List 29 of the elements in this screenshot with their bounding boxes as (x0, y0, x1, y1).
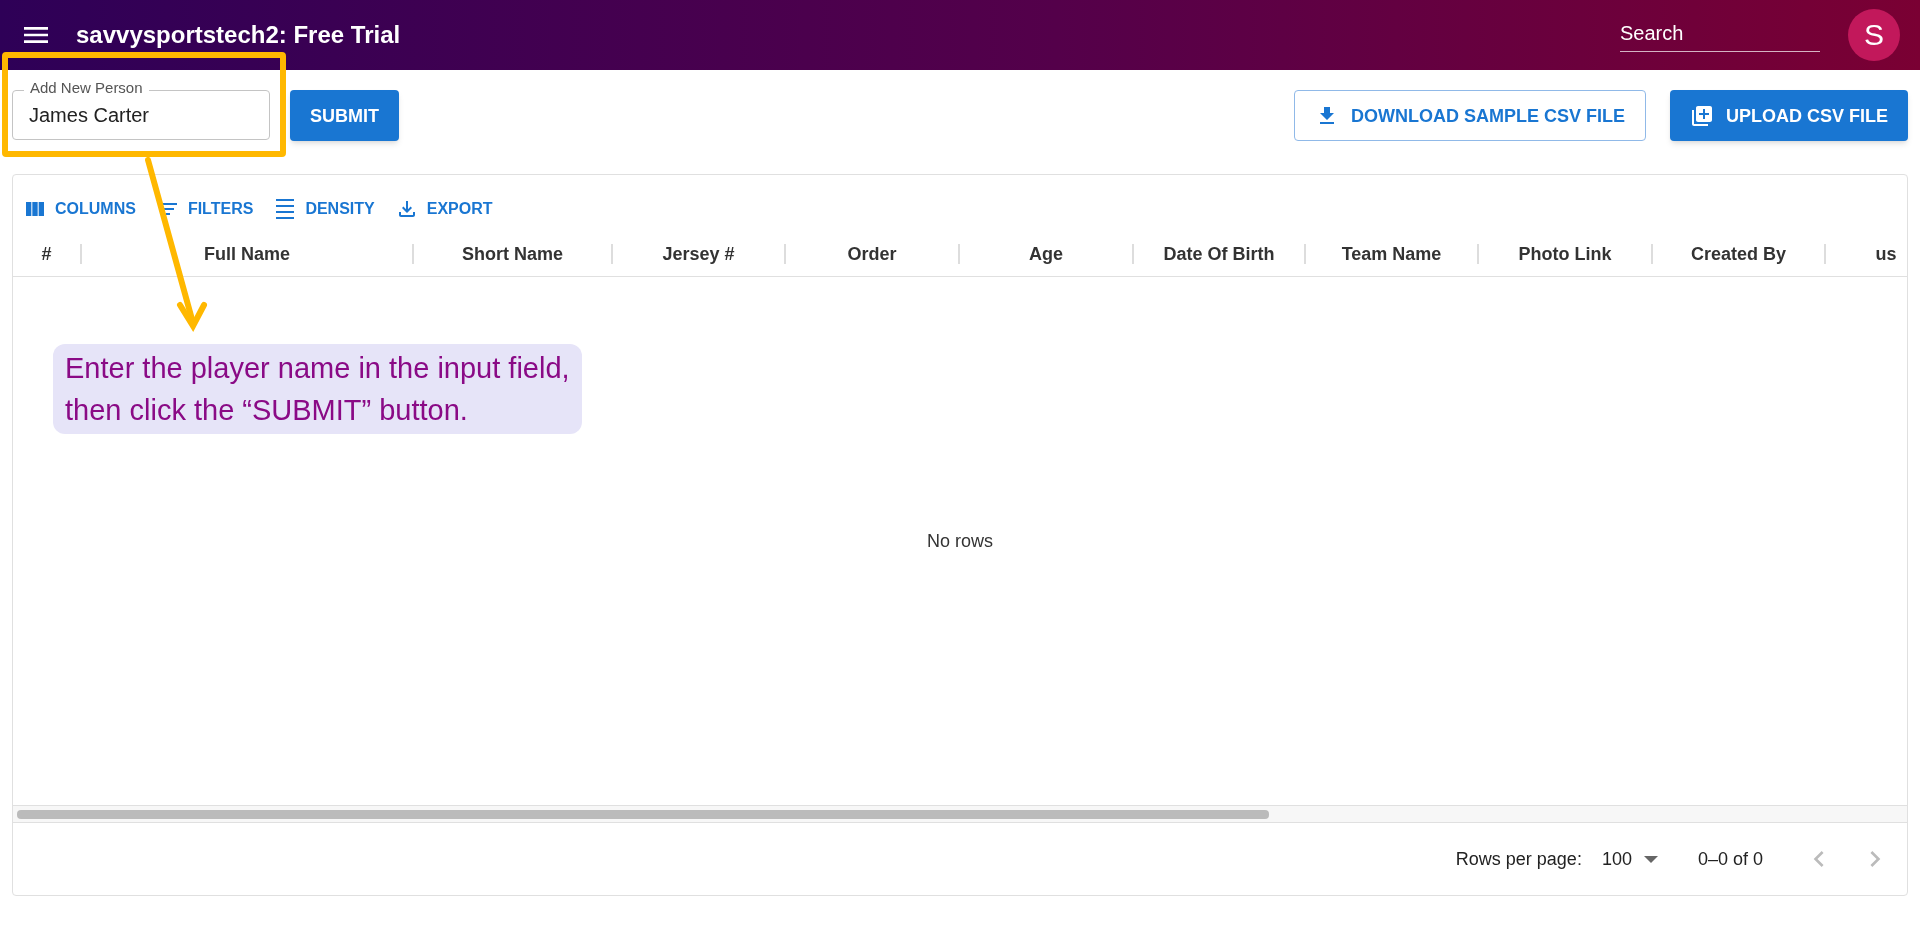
column-header[interactable]: Team Name (1306, 239, 1477, 268)
empty-message: No rows (927, 530, 993, 553)
column-header[interactable]: Jersey # (613, 239, 784, 268)
dropdown-icon (1643, 855, 1658, 863)
column-header[interactable]: Created By (1653, 239, 1824, 268)
instruction-callout: Enter the player name in the input field, then click the “SUBMIT” button. (53, 344, 582, 434)
column-header[interactable]: Age (960, 239, 1132, 268)
page-range: 0–0 of 0 (1697, 848, 1763, 871)
submit-button[interactable]: SUBMIT (290, 90, 399, 141)
column-header[interactable]: us (1826, 239, 1907, 268)
column-header[interactable]: Order (786, 239, 958, 268)
search-field[interactable]: Search (1620, 18, 1820, 52)
add-library-icon (1690, 103, 1714, 128)
download-button[interactable]: DOWNLOAD SAMPLE CSV FILE (1294, 90, 1646, 141)
app-title: savvysportstech2: Free Trial (76, 20, 401, 50)
rows-per-page-label: Rows per page: (1455, 848, 1582, 871)
toolbar-button[interactable]: FILTERS (155, 197, 254, 221)
toolbar-button[interactable]: COLUMNS (23, 197, 136, 221)
upload-button[interactable]: UPLOAD CSV FILE (1670, 90, 1908, 141)
column-header[interactable]: Full Name (82, 239, 412, 268)
column-header[interactable]: Photo Link (1479, 239, 1651, 268)
column-header[interactable]: Short Name (414, 239, 611, 268)
toolbar-button[interactable]: DENSITY (273, 197, 375, 221)
column-header[interactable]: # (13, 239, 80, 268)
column-header[interactable]: Date Of Birth (1134, 239, 1304, 268)
rows-per-page-select[interactable]: 100 (1601, 845, 1658, 873)
user-avatar[interactable]: S (1848, 9, 1900, 61)
horizontal-scrollbar[interactable] (13, 805, 1907, 823)
toolbar-button[interactable]: EXPORT (394, 197, 493, 221)
